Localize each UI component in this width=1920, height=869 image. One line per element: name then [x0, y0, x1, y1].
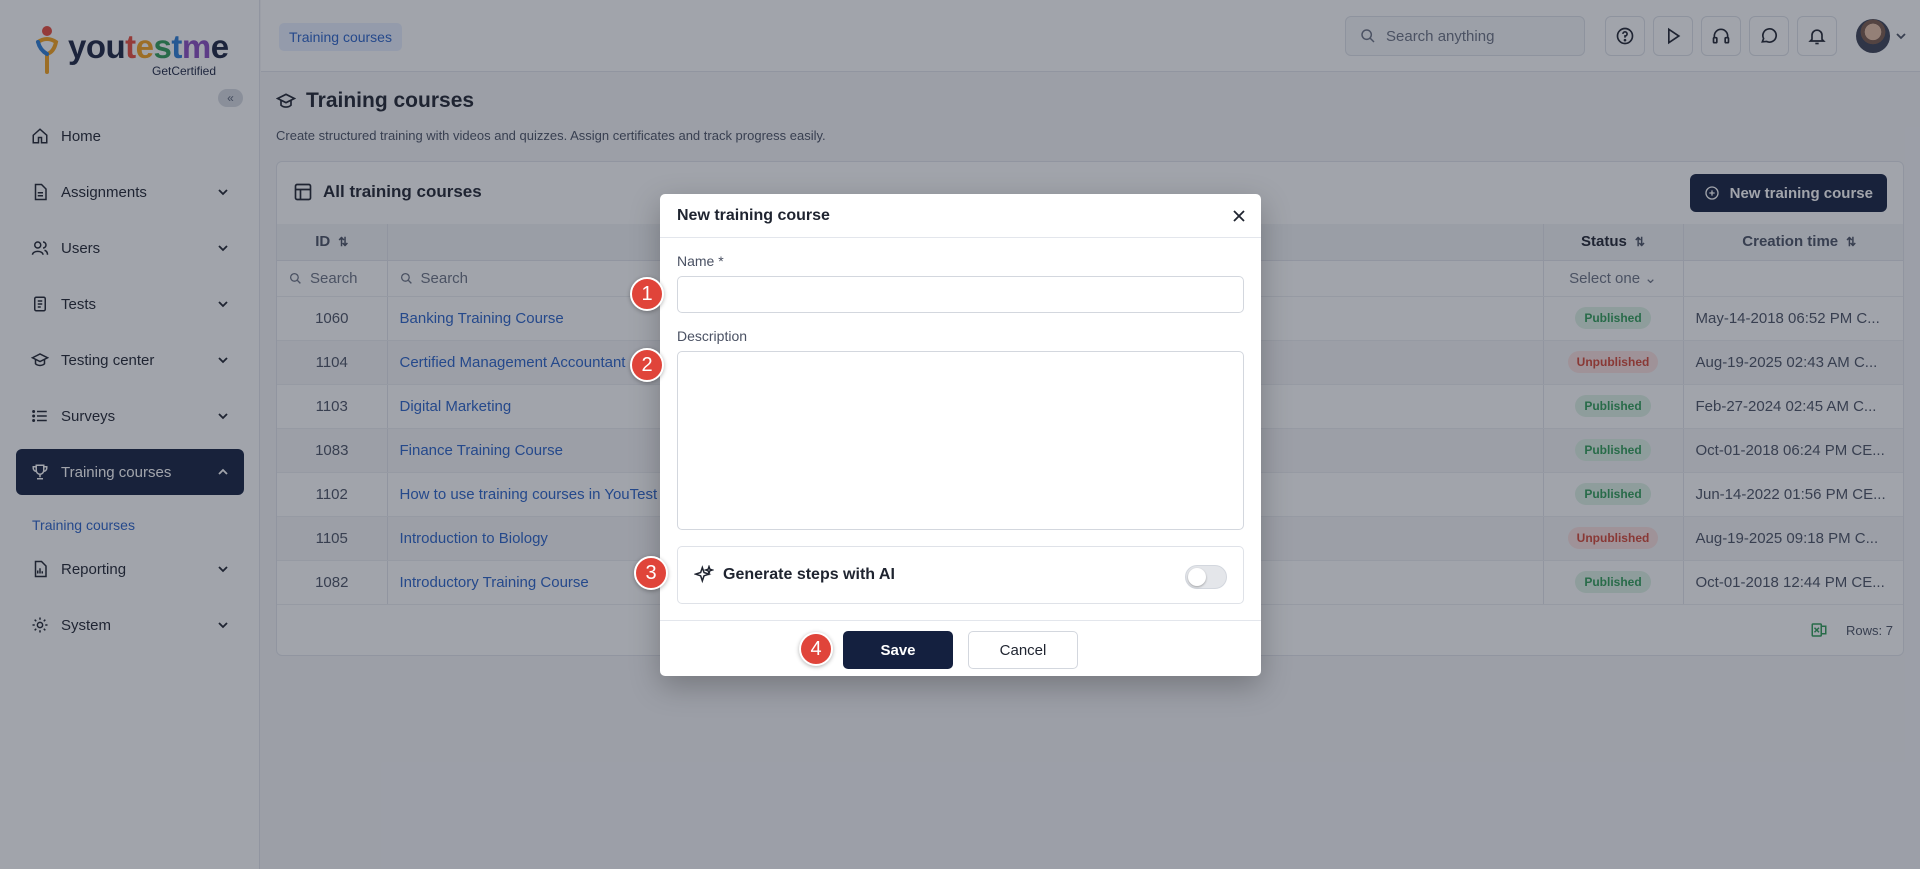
generate-ai-toggle[interactable] [1185, 565, 1227, 589]
generate-ai-label: Generate steps with AI [723, 566, 895, 583]
name-label: Name * [677, 253, 724, 269]
step-marker-1: 1 [630, 277, 664, 311]
close-button[interactable] [1229, 206, 1249, 226]
dialog-header: New training course [660, 194, 1261, 238]
dialog-footer: Save Cancel [660, 620, 1261, 676]
step-marker-3: 3 [634, 556, 668, 590]
cancel-button[interactable]: Cancel [968, 631, 1078, 669]
sparkles-icon [694, 565, 714, 585]
generate-ai-row: Generate steps with AI [677, 546, 1244, 604]
description-label: Description [677, 328, 748, 344]
close-icon [1233, 210, 1245, 222]
description-textarea[interactable] [677, 351, 1244, 530]
new-training-course-dialog: New training course Name * Description G… [660, 194, 1261, 676]
toggle-knob [1188, 568, 1206, 586]
save-button[interactable]: Save [843, 631, 953, 669]
dialog-title: New training course [677, 207, 830, 224]
step-marker-2: 2 [630, 348, 664, 382]
step-marker-4: 4 [799, 632, 833, 666]
name-input[interactable] [677, 276, 1244, 313]
